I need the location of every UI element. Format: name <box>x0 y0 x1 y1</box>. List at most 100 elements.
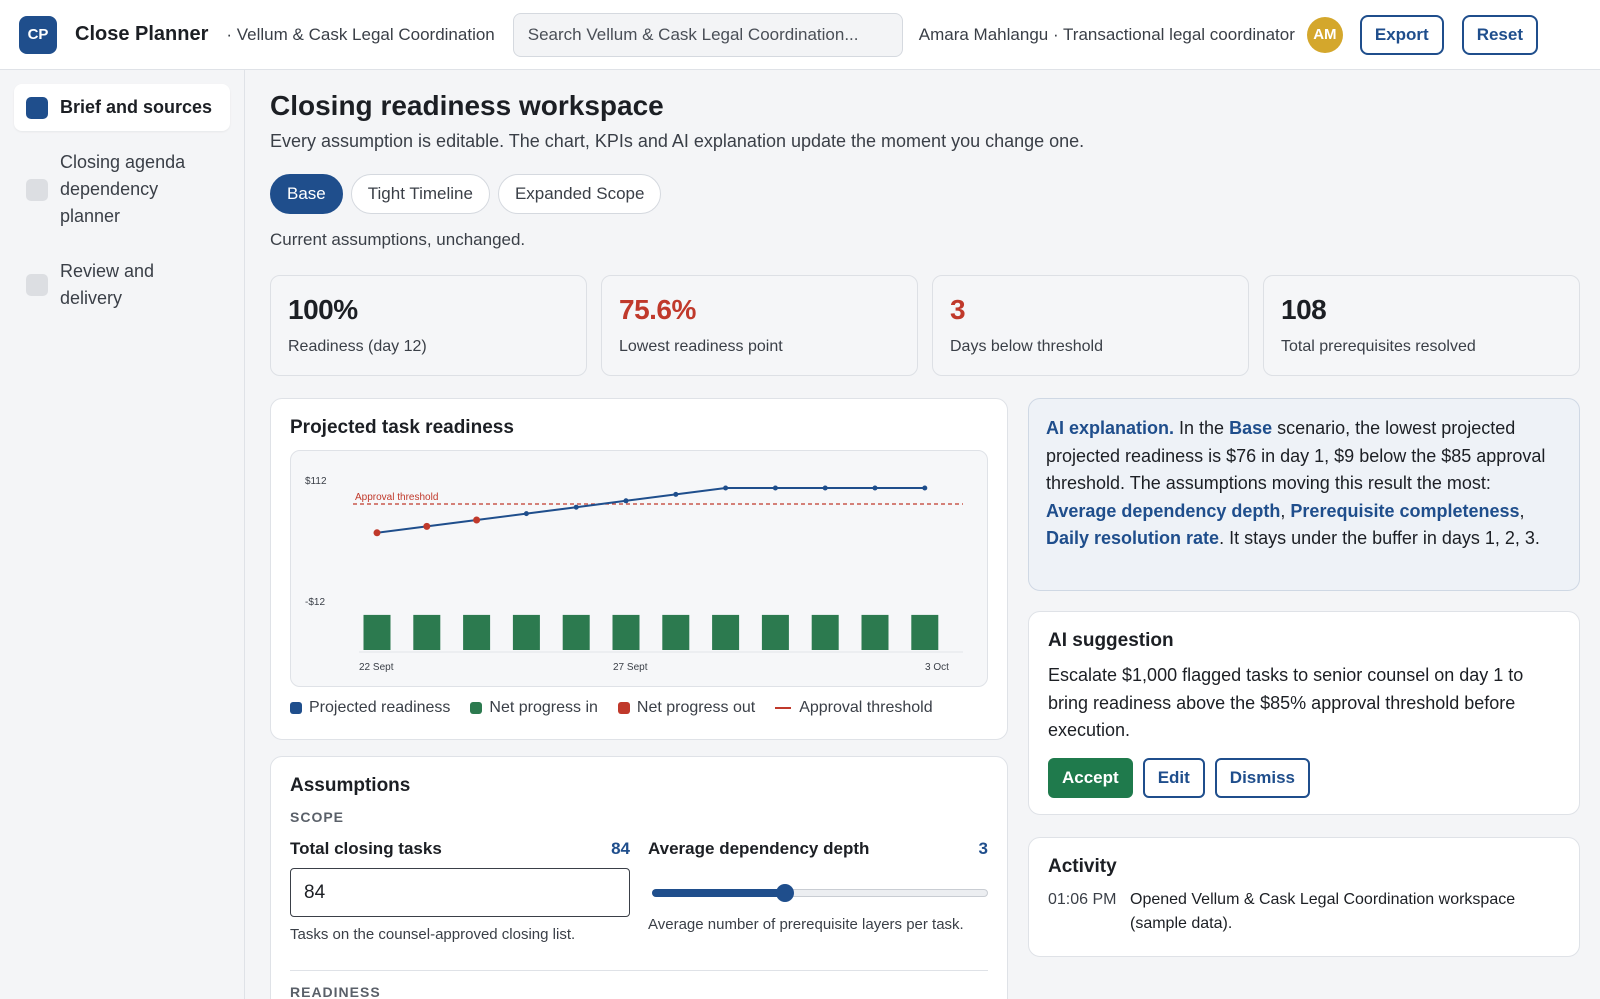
legend-item: Approval threshold <box>775 699 933 717</box>
sidebar: Brief and sources Closing agenda depende… <box>0 70 245 999</box>
field-help: Tasks on the counsel-approved closing li… <box>290 926 576 943</box>
step-marker-icon <box>26 274 48 296</box>
kpi-readiness: 100% Readiness (day 12) <box>270 275 587 376</box>
factor-link[interactable]: Daily resolution rate <box>1046 528 1219 548</box>
x-tick-label: 22 Sept <box>359 662 394 673</box>
progress-bar <box>712 614 740 650</box>
assumption-fields: Total closing tasks 84 Tasks on the coun… <box>290 839 988 943</box>
field-help: Average number of prerequisite layers pe… <box>648 916 964 933</box>
activity-text: Opened Vellum & Cask Legal Coordination … <box>1130 891 1516 932</box>
progress-bar <box>463 614 491 650</box>
sidebar-item-label: Brief and sources <box>60 97 213 117</box>
tab-base[interactable]: Base <box>270 174 343 214</box>
legend-label: Net progress out <box>636 699 756 716</box>
progress-bar <box>861 614 889 650</box>
ai-explanation-heading: AI explanation. <box>1046 418 1175 438</box>
ai-explanation-panel: AI explanation. In the Base scenario, th… <box>1028 398 1580 591</box>
field-header: Total closing tasks 84 <box>290 839 630 859</box>
sidebar-item-review[interactable]: Review and delivery <box>14 248 230 322</box>
tab-expanded-scope[interactable]: Expanded Scope <box>497 174 662 214</box>
kpi-prerequisites: 108 Total prerequisites resolved <box>1263 275 1580 376</box>
assumptions-card: Assumptions SCOPE Total closing tasks 84… <box>270 756 1008 999</box>
edit-button[interactable]: Edit <box>1142 757 1205 798</box>
field-label: Total closing tasks <box>290 839 442 858</box>
scenario-tabs: Base Tight Timeline Expanded Scope <box>270 174 1580 214</box>
legend-swatch <box>290 702 302 714</box>
ai-suggestion-title: AI suggestion <box>1048 630 1174 651</box>
field-value: 84 <box>611 839 630 858</box>
page-title: Closing readiness workspace <box>270 90 664 121</box>
legend-item: Net progress out <box>617 699 756 717</box>
x-tick-label: 3 Oct <box>925 662 949 673</box>
progress-bar <box>413 614 441 650</box>
factor-link[interactable]: Average dependency depth <box>1046 501 1280 521</box>
total-tasks-input[interactable] <box>290 868 630 917</box>
top-bar: CP Close Planner · Vellum & Cask Legal C… <box>0 0 1600 70</box>
legend-swatch <box>470 702 483 714</box>
chart-area: $112 -$12 Approval threshold 22 Sept 27 … <box>290 450 988 687</box>
main-content: Closing readiness workspace Every assump… <box>270 70 1580 999</box>
page-subtitle: Every assumption is editable. The chart,… <box>270 131 1085 151</box>
dependency-depth-slider[interactable] <box>648 875 988 907</box>
chart-legend: Projected readiness Net progress in Net … <box>290 699 988 717</box>
activity-time: 01:06 PM <box>1048 891 1117 908</box>
step-marker-icon <box>26 96 48 119</box>
export-button[interactable]: Export <box>1359 14 1444 55</box>
readiness-point <box>922 485 928 491</box>
scenario-link[interactable]: Base <box>1229 418 1272 438</box>
field-avg-depth: Average dependency depth 3 Average numbe… <box>648 839 988 943</box>
readiness-point <box>872 485 878 491</box>
y-tick-label: -$12 <box>305 597 325 608</box>
scenario-note: Current assumptions, unchanged. <box>270 230 526 249</box>
section-label-readiness: READINESS <box>290 984 381 999</box>
readiness-point <box>423 522 431 530</box>
separator: , <box>1519 500 1525 521</box>
user-info: Amara Mahlangu · Transactional legal coo… <box>918 24 1295 44</box>
sidebar-item-label: Review and delivery <box>60 261 155 308</box>
assumptions-title: Assumptions <box>290 775 411 796</box>
field-header: Average dependency depth 3 <box>648 839 988 859</box>
legend-item: Net progress in <box>470 699 598 717</box>
avatar[interactable]: AM <box>1306 16 1343 53</box>
progress-bar <box>911 614 939 650</box>
reset-button[interactable]: Reset <box>1461 14 1539 55</box>
kpi-row: 100% Readiness (day 12) 75.6% Lowest rea… <box>270 275 1580 376</box>
sidebar-item-brief[interactable]: Brief and sources <box>14 84 230 131</box>
readiness-point <box>822 485 828 491</box>
field-total-tasks: Total closing tasks 84 Tasks on the coun… <box>290 839 630 943</box>
ai-explanation-text: . It stays under the buffer in days 1, 2… <box>1219 528 1540 548</box>
activity-entry: 01:06 PM Opened Vellum & Cask Legal Coor… <box>1048 888 1560 936</box>
chart-card: Projected task readiness $112 -$12 Appro… <box>270 398 1008 740</box>
progress-bar <box>363 614 391 650</box>
kpi-label: Total prerequisites resolved <box>1281 338 1476 355</box>
dismiss-button[interactable]: Dismiss <box>1214 757 1310 798</box>
search-input[interactable] <box>512 12 903 57</box>
progress-bar <box>612 614 640 650</box>
app-logo: CP <box>19 15 57 54</box>
readiness-point <box>673 491 679 497</box>
readiness-point <box>573 504 579 510</box>
progress-bar <box>761 614 789 650</box>
progress-bar <box>662 614 690 650</box>
factor-link[interactable]: Prerequisite completeness <box>1290 501 1519 521</box>
threshold-label: Approval threshold <box>355 492 438 503</box>
readiness-point <box>772 485 778 491</box>
slider-fill <box>652 889 785 897</box>
x-tick-label: 27 Sept <box>613 662 648 673</box>
kpi-label: Readiness (day 12) <box>288 338 427 355</box>
sidebar-item-planner[interactable]: Closing agenda dependency planner <box>14 139 230 240</box>
accept-button[interactable]: Accept <box>1048 757 1133 798</box>
sidebar-item-label: Closing agenda dependency planner <box>60 152 186 226</box>
readiness-point <box>473 516 481 524</box>
ai-explanation-text: In the <box>1174 418 1230 438</box>
kpi-label: Days below threshold <box>950 338 1103 355</box>
readiness-chart: $112 -$12 Approval threshold 22 Sept 27 … <box>305 476 963 673</box>
progress-bar <box>562 614 590 650</box>
activity-card: Activity 01:06 PM Opened Vellum & Cask L… <box>1028 837 1580 957</box>
kpi-value: 100% <box>288 294 358 325</box>
tab-tight-timeline[interactable]: Tight Timeline <box>350 174 490 214</box>
kpi-value: 3 <box>950 294 966 325</box>
suggestion-actions: Accept Edit Dismiss <box>1048 757 1560 798</box>
slider-handle[interactable] <box>775 884 794 902</box>
activity-title: Activity <box>1048 856 1117 877</box>
